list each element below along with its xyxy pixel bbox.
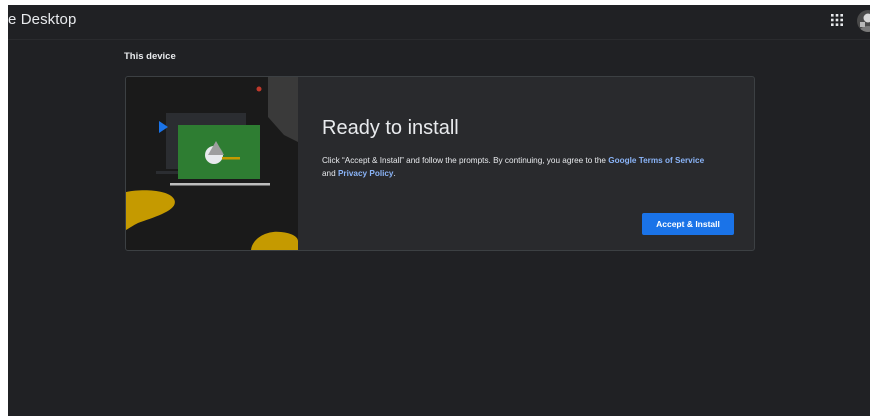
app-bar: e Desktop: [8, 5, 870, 40]
app-title: e Desktop: [8, 11, 77, 28]
privacy-policy-link[interactable]: Privacy Policy: [338, 169, 394, 178]
body-text-middle: and: [322, 168, 336, 178]
apps-grid-icon[interactable]: [830, 13, 844, 27]
screen: e Desktop This device Ready to install C…: [0, 0, 870, 416]
card-title: Ready to install: [322, 117, 459, 139]
user-avatar[interactable]: [857, 10, 870, 32]
section-label: This device: [124, 51, 176, 62]
window-edge-left: [0, 0, 8, 416]
accept-install-button[interactable]: Accept & Install: [642, 213, 734, 235]
terms-of-service-link[interactable]: Google Terms of Service: [608, 156, 704, 165]
install-card: Ready to install Click “Accept & Install…: [125, 76, 755, 251]
body-text-suffix: .: [393, 168, 396, 178]
card-body: Click “Accept & Install” and follow the …: [322, 155, 742, 180]
install-illustration: [126, 77, 298, 250]
body-text-prefix: Click “Accept & Install” and follow the …: [322, 156, 606, 165]
